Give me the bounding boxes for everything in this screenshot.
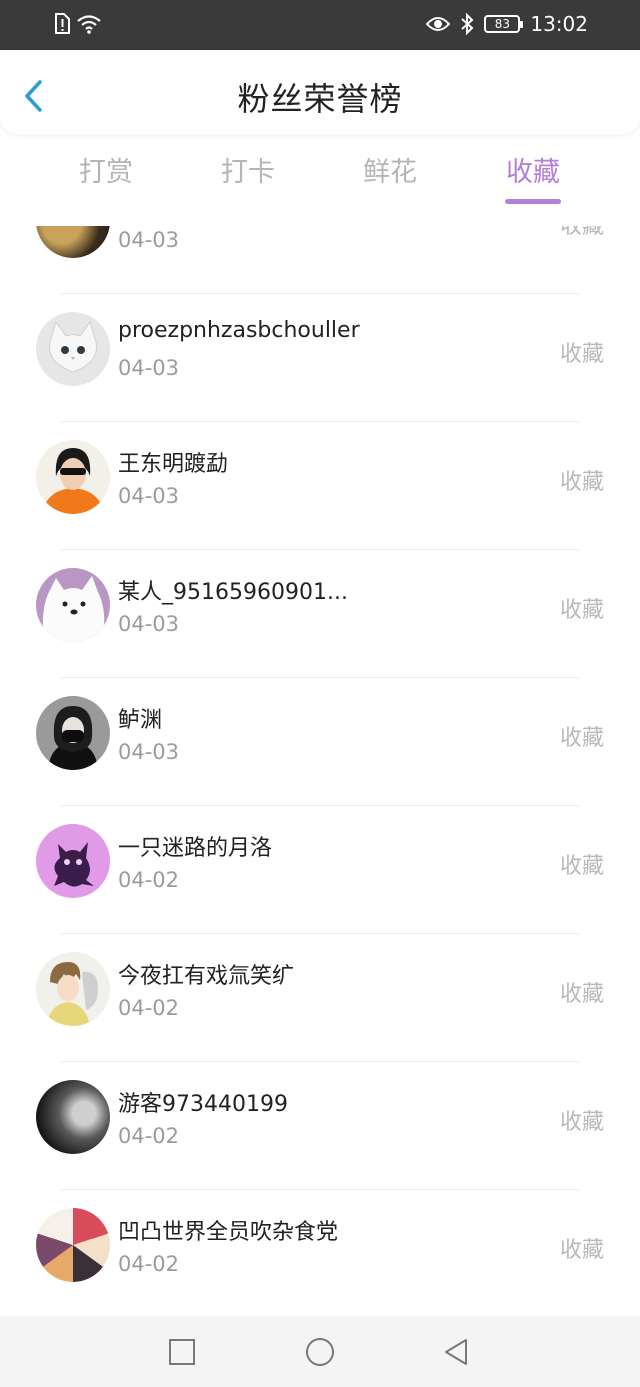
- user-name: 今夜扛有戏氚笑纩: [118, 964, 295, 989]
- action-label: 收藏: [559, 598, 604, 623]
- square-recents-icon[interactable]: [166, 1336, 198, 1368]
- avatar: [36, 226, 110, 258]
- tab-flowers[interactable]: 鲜花: [330, 150, 450, 189]
- battery-icon: 83: [484, 15, 524, 33]
- item-date: 04-03: [118, 612, 180, 636]
- avatar: [36, 824, 110, 898]
- system-nav-bar: [0, 1316, 640, 1387]
- tab-active-indicator: [505, 199, 561, 204]
- avatar: [36, 952, 110, 1026]
- list-item[interactable]: proezpnhzasbchouller 04-03 收藏: [0, 294, 640, 422]
- wifi-icon: [77, 15, 101, 34]
- eye-icon: [426, 17, 451, 31]
- avatar: [36, 1080, 110, 1154]
- avatar: [36, 568, 110, 642]
- action-label: 收藏: [559, 1110, 604, 1135]
- tab-label: 鲜花: [363, 157, 417, 188]
- user-name: 一只迷路的月洛: [118, 836, 273, 861]
- status-left: [54, 13, 102, 35]
- item-date: 04-03: [118, 228, 180, 252]
- action-label: 收藏: [559, 226, 604, 239]
- tab-checkin[interactable]: 打卡: [188, 150, 308, 189]
- list-item[interactable]: 王东明踱勐 04-03 收藏: [0, 422, 640, 550]
- action-label: 收藏: [559, 726, 604, 751]
- user-name: 某人_95165960901...: [118, 580, 348, 605]
- list-item[interactable]: 某人_95165960901... 04-03 收藏: [0, 550, 640, 678]
- item-date: 04-03: [118, 484, 180, 508]
- item-date: 04-02: [118, 1124, 180, 1148]
- app-header: 粉丝荣誉榜: [0, 50, 640, 134]
- tab-label: 打卡: [221, 157, 275, 188]
- avatar: [36, 440, 110, 514]
- user-name: 王东明踱勐: [118, 452, 229, 477]
- fan-list[interactable]: 04-03 收藏 proezpnhzasbchouller 04-03 收藏 王…: [0, 226, 640, 1316]
- item-date: 04-03: [118, 356, 180, 380]
- action-label: 收藏: [559, 854, 604, 879]
- tab-label: 打赏: [79, 157, 133, 188]
- status-right: 83 13:02: [426, 12, 588, 36]
- avatar: [36, 696, 110, 770]
- user-name: 凹凸世界全员吹杂食党: [118, 1220, 339, 1245]
- sim-alert-icon: [55, 13, 70, 34]
- avatar: [36, 312, 110, 386]
- item-date: 04-02: [118, 868, 180, 892]
- item-date: 04-03: [118, 740, 180, 764]
- item-date: 04-02: [118, 1252, 180, 1276]
- list-item[interactable]: 今夜扛有戏氚笑纩 04-02 收藏: [0, 934, 640, 1062]
- tab-reward[interactable]: 打赏: [46, 150, 166, 189]
- page-title: 粉丝荣誉榜: [237, 80, 403, 118]
- list-item[interactable]: 04-03 收藏: [0, 226, 640, 294]
- tab-bar: 打赏 打卡 鲜花 收藏: [0, 140, 640, 220]
- item-date: 04-02: [118, 996, 180, 1020]
- list-item[interactable]: 凹凸世界全员吹杂食党 04-02 收藏: [0, 1190, 640, 1316]
- tab-favorites[interactable]: 收藏: [473, 150, 593, 204]
- list-item[interactable]: 鲈渊 04-03 收藏: [0, 678, 640, 806]
- bluetooth-icon: [461, 13, 474, 35]
- action-label: 收藏: [559, 470, 604, 495]
- user-name: proezpnhzasbchouller: [118, 318, 360, 343]
- action-label: 收藏: [559, 342, 604, 367]
- action-label: 收藏: [559, 1238, 604, 1263]
- clock: 13:02: [530, 12, 588, 36]
- user-name: 鲈渊: [118, 708, 163, 733]
- list-item[interactable]: 一只迷路的月洛 04-02 收藏: [0, 806, 640, 934]
- status-bar: 83 13:02: [0, 0, 640, 50]
- user-name: 游客973440199: [118, 1092, 288, 1117]
- triangle-back-icon[interactable]: [440, 1336, 472, 1368]
- action-label: 收藏: [559, 982, 604, 1007]
- avatar: [36, 1208, 110, 1282]
- circle-home-icon[interactable]: [304, 1336, 336, 1368]
- tab-label: 收藏: [506, 157, 560, 188]
- list-item[interactable]: 游客973440199 04-02 收藏: [0, 1062, 640, 1190]
